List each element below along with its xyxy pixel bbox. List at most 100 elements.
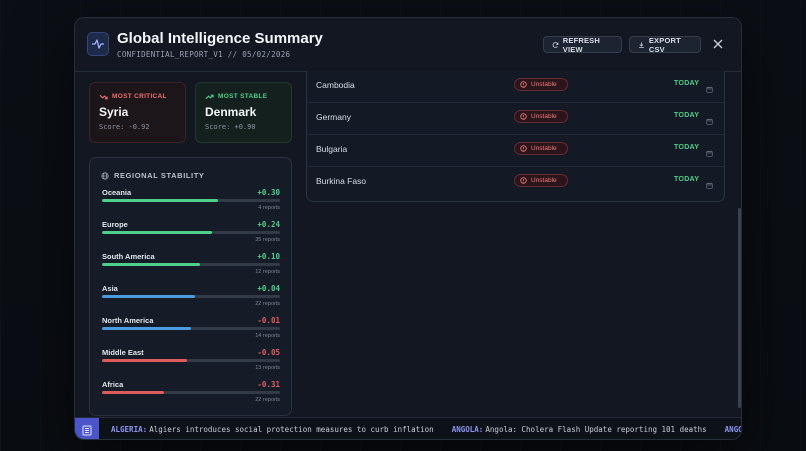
table-row[interactable]: Germany Unstable TODAY bbox=[307, 103, 724, 135]
row-country: Germany bbox=[316, 112, 351, 122]
region-item: Europe +0.24 35 reports bbox=[102, 220, 280, 248]
most-critical-score: Score: -0.92 bbox=[99, 123, 150, 131]
region-name: Oceania bbox=[102, 188, 132, 197]
report-subtitle: CONFIDENTIAL_REPORT_V1 // 05/02/2026 bbox=[117, 50, 291, 59]
calendar-icon bbox=[706, 144, 713, 162]
region-bar-fill bbox=[102, 263, 200, 266]
ticker-country: ANGOLA: bbox=[451, 425, 484, 434]
region-report-count: 22 reports bbox=[255, 301, 280, 307]
region-name: Africa bbox=[102, 380, 124, 389]
export-csv-button[interactable]: EXPORT CSV bbox=[629, 35, 701, 54]
calendar-icon bbox=[706, 112, 713, 130]
region-bar-track bbox=[102, 263, 280, 266]
trending-down-icon bbox=[99, 94, 108, 99]
region-score: +0.30 bbox=[257, 188, 280, 197]
region-report-count: 12 reports bbox=[255, 269, 280, 275]
region-bar-track bbox=[102, 391, 280, 394]
status-badge-text: Unstable bbox=[531, 145, 557, 152]
most-stable-label: MOST STABLE bbox=[205, 93, 282, 100]
status-badge: Unstable bbox=[514, 110, 568, 123]
status-badge-text: Unstable bbox=[531, 81, 557, 88]
status-badge: Unstable bbox=[514, 142, 568, 155]
region-bar-fill bbox=[102, 231, 213, 234]
region-score: -0.31 bbox=[257, 380, 280, 389]
region-bar-track bbox=[102, 295, 280, 298]
row-country: Burkina Faso bbox=[316, 176, 367, 186]
alert-circle-icon bbox=[520, 81, 527, 88]
region-name: Europe bbox=[102, 220, 128, 229]
region-report-count: 4 reports bbox=[258, 205, 280, 211]
most-critical-label: MOST CRITICAL bbox=[99, 93, 176, 100]
region-name: North America bbox=[102, 316, 154, 325]
scrollbar[interactable] bbox=[738, 208, 741, 408]
regional-stability-panel: REGIONAL STABILITY Oceania +0.30 4 reports… bbox=[89, 157, 292, 416]
ticker-text: Angola: Cholera Flash Update reporting 1… bbox=[485, 425, 707, 434]
modal-header: Global Intelligence Summary CONFIDENTIAL… bbox=[75, 18, 741, 72]
region-score: +0.10 bbox=[257, 252, 280, 261]
alert-circle-icon bbox=[520, 113, 527, 120]
refresh-view-button[interactable]: REFRESH VIEW bbox=[543, 35, 622, 54]
trending-up-icon bbox=[205, 94, 214, 99]
region-score: -0.01 bbox=[257, 316, 280, 325]
region-name: Middle East bbox=[102, 348, 144, 357]
status-badge-text: Unstable bbox=[531, 177, 557, 184]
region-report-count: 22 reports bbox=[255, 397, 280, 403]
news-icon[interactable] bbox=[75, 418, 99, 439]
refresh-icon bbox=[552, 41, 559, 48]
most-stable-card: MOST STABLE Denmark Score: +0.90 bbox=[195, 82, 292, 143]
row-country: Bulgaria bbox=[316, 144, 348, 154]
row-country: Cambodia bbox=[316, 80, 355, 90]
row-date: TODAY bbox=[674, 112, 700, 119]
refresh-view-label: REFRESH VIEW bbox=[562, 35, 600, 54]
status-badge: Unstable bbox=[514, 78, 568, 91]
most-stable-label-text: MOST STABLE bbox=[218, 93, 268, 100]
table-row[interactable]: Bulgaria Unstable TODAY bbox=[307, 135, 724, 167]
region-item: Africa -0.31 22 reports bbox=[102, 380, 280, 408]
most-critical-country: Syria bbox=[99, 105, 129, 119]
activity-icon bbox=[87, 32, 109, 56]
row-date: TODAY bbox=[674, 80, 700, 87]
most-critical-card: MOST CRITICAL Syria Score: -0.92 bbox=[89, 82, 186, 143]
row-date: TODAY bbox=[674, 144, 700, 151]
regional-stability-title: REGIONAL STABILITY bbox=[101, 171, 205, 180]
calendar-icon bbox=[706, 176, 713, 194]
region-bar-fill bbox=[102, 199, 218, 202]
table-row[interactable]: Burkina Faso Unstable TODAY bbox=[307, 167, 724, 199]
table-row[interactable]: Cambodia Unstable TODAY bbox=[307, 71, 724, 103]
ticker-country: ALGERIA: bbox=[111, 425, 148, 434]
region-item: Middle East -0.05 13 reports bbox=[102, 348, 280, 376]
region-report-count: 14 reports bbox=[255, 333, 280, 339]
news-ticker: ALGERIA: Algiers introduces social prote… bbox=[75, 417, 741, 439]
ticker-item[interactable]: ANGOLA: Angola: Cholera Flash Update rep… bbox=[452, 425, 707, 434]
ticker-items: ALGERIA: Algiers introduces social prote… bbox=[111, 425, 741, 434]
region-item: Oceania +0.30 4 reports bbox=[102, 188, 280, 216]
most-critical-label-text: MOST CRITICAL bbox=[112, 93, 167, 100]
region-bar-track bbox=[102, 199, 280, 202]
alert-circle-icon bbox=[520, 145, 527, 152]
region-bar-track bbox=[102, 359, 280, 362]
ticker-country: ANGOLA: bbox=[724, 425, 741, 434]
export-csv-label: EXPORT CSV bbox=[648, 35, 681, 54]
status-badge: Unstable bbox=[514, 174, 568, 187]
region-report-count: 35 reports bbox=[255, 237, 280, 243]
region-name: Asia bbox=[102, 284, 118, 293]
close-icon[interactable] bbox=[712, 38, 724, 50]
most-stable-country: Denmark bbox=[205, 105, 257, 119]
region-item: Asia +0.04 22 reports bbox=[102, 284, 280, 312]
region-bar-fill bbox=[102, 295, 195, 298]
page-title: Global Intelligence Summary bbox=[117, 30, 323, 47]
calendar-icon bbox=[706, 80, 713, 98]
ticker-item[interactable]: ANGOLA: Afri bbox=[725, 425, 741, 434]
region-score: -0.05 bbox=[257, 348, 280, 357]
ticker-item[interactable]: ALGERIA: Algiers introduces social prote… bbox=[111, 425, 434, 434]
country-list-panel: Cambodia Unstable TODAY Germany Unstable TODA… bbox=[306, 71, 725, 202]
modal-body: MOST CRITICAL Syria Score: -0.92 MOST ST… bbox=[75, 71, 741, 417]
globe-icon bbox=[101, 171, 109, 180]
region-item: South America +0.10 12 reports bbox=[102, 252, 280, 280]
region-bar-fill bbox=[102, 327, 191, 330]
region-report-count: 13 reports bbox=[255, 365, 280, 371]
most-stable-score: Score: +0.90 bbox=[205, 123, 256, 131]
download-icon bbox=[639, 41, 644, 48]
row-date: TODAY bbox=[674, 176, 700, 183]
region-score: +0.04 bbox=[257, 284, 280, 293]
